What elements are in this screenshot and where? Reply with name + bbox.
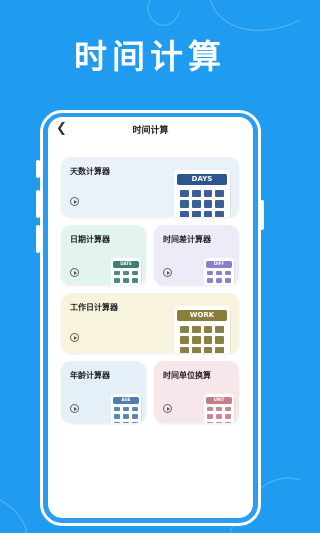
calculator-tag: DATE [112, 260, 140, 268]
calculator-illustration: DIFF [204, 258, 234, 285]
calculator-key [225, 421, 231, 423]
calculator-key [215, 336, 225, 345]
calculator-key [203, 325, 213, 334]
nav-bar: ❮ 时间计算 [48, 117, 253, 143]
calculator-key [179, 200, 189, 209]
page-title: 时间计算 [132, 126, 169, 136]
card-label: 工作日计算器 [70, 303, 118, 312]
calculator-illustration: DATE [111, 258, 141, 285]
calculator-key [179, 189, 189, 198]
card-label: 时间差计算器 [163, 235, 211, 244]
calculator-key [179, 347, 189, 353]
calculator-keys [207, 406, 231, 423]
age-calculator-card[interactable]: 年龄计算器 AGE [61, 361, 146, 423]
calculator-key [216, 270, 222, 276]
calculator-key [132, 414, 138, 419]
calculator-key [216, 421, 222, 423]
arrow-circle-icon [70, 404, 79, 413]
calculator-tag: DIFF [205, 260, 233, 268]
phone-side-button [260, 200, 264, 230]
calculator-keys [179, 325, 225, 353]
calculator-key [225, 270, 231, 276]
calculator-key [203, 200, 213, 209]
calculator-key [215, 211, 225, 217]
calculator-key [225, 406, 231, 412]
calculator-key [191, 325, 201, 334]
phone-side-button [36, 160, 40, 178]
calculator-key [191, 200, 201, 209]
arrow-circle-icon [70, 197, 79, 206]
time-unit-converter-card[interactable]: 时间单位换算 UNIT [154, 361, 239, 423]
calculator-key [114, 270, 120, 276]
workday-calculator-card[interactable]: 工作日计算器 WORK [61, 293, 239, 353]
calculator-key [132, 278, 138, 283]
calculator-keys [114, 270, 138, 285]
calculator-key [132, 270, 138, 276]
calculator-key [123, 270, 129, 276]
calculator-key [207, 421, 213, 423]
calculator-keys [179, 189, 225, 217]
calculator-tag: DAYS [177, 174, 227, 185]
calculator-key [216, 278, 222, 283]
calculator-tag: UNIT [205, 396, 233, 404]
calculator-key [114, 421, 120, 423]
calculator-key [216, 414, 222, 419]
app-screen: ❮ 时间计算 天数计算器 DAYS 日期计算器 DATE 时间差计算器 DIFF… [48, 117, 253, 518]
calculator-key [215, 325, 225, 334]
calculator-key [114, 278, 120, 283]
calculator-tag: WORK [177, 310, 227, 321]
arrow-circle-icon [70, 333, 79, 342]
calculator-key [207, 270, 213, 276]
days-calculator-card[interactable]: 天数计算器 DAYS [61, 157, 239, 217]
calculator-key [225, 414, 231, 419]
calculator-key [123, 421, 129, 423]
calculator-key [123, 278, 129, 283]
calculator-key [132, 421, 138, 423]
time-difference-calculator-card[interactable]: 时间差计算器 DIFF [154, 225, 239, 285]
calculator-keys [114, 406, 138, 423]
phone-side-button [36, 190, 40, 218]
calculator-key [179, 336, 189, 345]
card-label: 时间单位换算 [163, 371, 211, 380]
calculator-key [215, 189, 225, 198]
calculator-key [203, 336, 213, 345]
calculator-key [179, 325, 189, 334]
arrow-circle-icon [163, 404, 172, 413]
calculator-key [215, 200, 225, 209]
calculator-tag: AGE [112, 396, 140, 404]
calculator-key [203, 211, 213, 217]
calculator-key [123, 406, 129, 412]
calculator-key [191, 347, 201, 353]
phone-side-button [36, 225, 40, 253]
date-calculator-card[interactable]: 日期计算器 DATE [61, 225, 146, 285]
calculator-key [215, 347, 225, 353]
calculator-illustration: AGE [111, 394, 141, 423]
arrow-circle-icon [70, 268, 79, 277]
calculator-key [114, 414, 120, 419]
calculator-illustration: WORK [174, 306, 230, 353]
arrow-circle-icon [163, 268, 172, 277]
calculator-key [114, 406, 120, 412]
calculator-key [191, 211, 201, 217]
calculator-key [191, 336, 201, 345]
calculator-key [207, 278, 213, 283]
calculator-key [207, 406, 213, 412]
calculator-illustration: DAYS [174, 170, 230, 217]
card-label: 日期计算器 [70, 235, 110, 244]
calculator-key [191, 189, 201, 198]
calculator-keys [207, 270, 231, 285]
calculator-key [203, 347, 213, 353]
promo-title: 时间计算 [74, 37, 226, 76]
card-label: 年龄计算器 [70, 371, 110, 380]
calculator-illustration: UNIT [204, 394, 234, 423]
calculator-key [207, 414, 213, 419]
calculator-key [225, 278, 231, 283]
calculator-key [179, 211, 189, 217]
calculator-key [132, 406, 138, 412]
calculator-key [123, 414, 129, 419]
calculator-key [203, 189, 213, 198]
card-label: 天数计算器 [70, 167, 110, 176]
calculator-key [216, 406, 222, 412]
